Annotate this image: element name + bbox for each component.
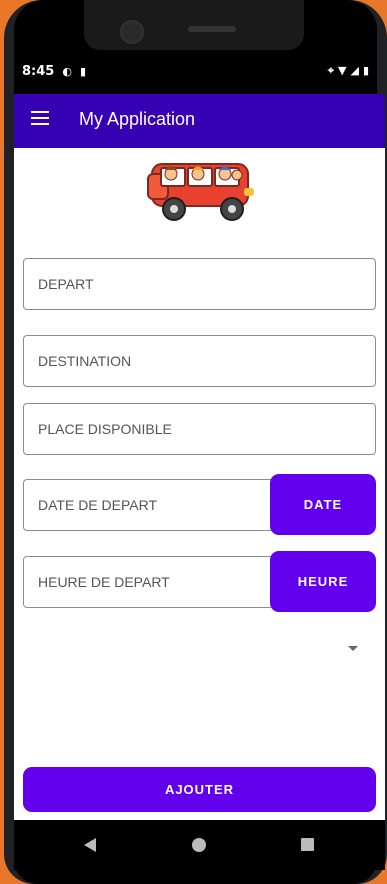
departure-time-input[interactable]: HEURE DE DEPART (23, 556, 275, 608)
app-bar: My Application (14, 94, 385, 148)
front-camera-icon (120, 20, 144, 44)
front-camera-area (84, 0, 304, 50)
recent-apps-icon[interactable] (301, 838, 314, 851)
add-button[interactable]: AJOUTER (23, 767, 376, 812)
main-content: DEPART DESTINATION PLACE DISPONIBLE DATE… (14, 148, 385, 820)
time-button[interactable]: HEURE (270, 551, 376, 612)
signal-icon: ◢ (350, 64, 359, 77)
date-button[interactable]: DATE (270, 474, 376, 535)
departure-date-placeholder: DATE DE DEPART (38, 497, 158, 513)
destination-input[interactable]: DESTINATION (23, 335, 376, 387)
earpiece-speaker-icon (188, 26, 236, 32)
status-left-group: 8:45 ◐ ▮ (22, 64, 86, 79)
dropdown-arrow-icon[interactable] (348, 646, 358, 651)
add-button-label: AJOUTER (164, 782, 235, 797)
back-icon[interactable] (84, 838, 96, 852)
clipboard-icon: ▮ (79, 64, 87, 78)
app-title: My Application (79, 109, 196, 129)
battery-icon: ▮ (362, 64, 369, 77)
depart-input[interactable]: DEPART (23, 258, 376, 310)
time-button-label: HEURE (297, 574, 349, 589)
available-places-input[interactable]: PLACE DISPONIBLE (23, 403, 376, 455)
departure-date-input[interactable]: DATE DE DEPART (23, 479, 275, 531)
depart-placeholder: DEPART (38, 276, 94, 292)
status-right-group: ⌖ ▼ ◢ ▮ (328, 64, 369, 78)
van-with-passengers-illustration (147, 163, 254, 221)
destination-placeholder: DESTINATION (38, 353, 132, 369)
status-bar: 8:45 ◐ ▮ ⌖ ▼ ◢ ▮ (14, 58, 377, 88)
date-button-label: DATE (303, 497, 343, 512)
location-icon: ⌖ (327, 64, 334, 77)
app-notification-icon: ◐ (62, 64, 72, 78)
hamburger-menu-icon[interactable] (31, 111, 49, 125)
wifi-icon: ▼ (338, 64, 347, 77)
available-places-placeholder: PLACE DISPONIBLE (38, 421, 172, 437)
status-time: 8:45 (22, 64, 55, 79)
departure-time-placeholder: HEURE DE DEPART (38, 574, 170, 590)
android-navigation-bar (14, 820, 385, 870)
home-icon[interactable] (192, 838, 206, 852)
